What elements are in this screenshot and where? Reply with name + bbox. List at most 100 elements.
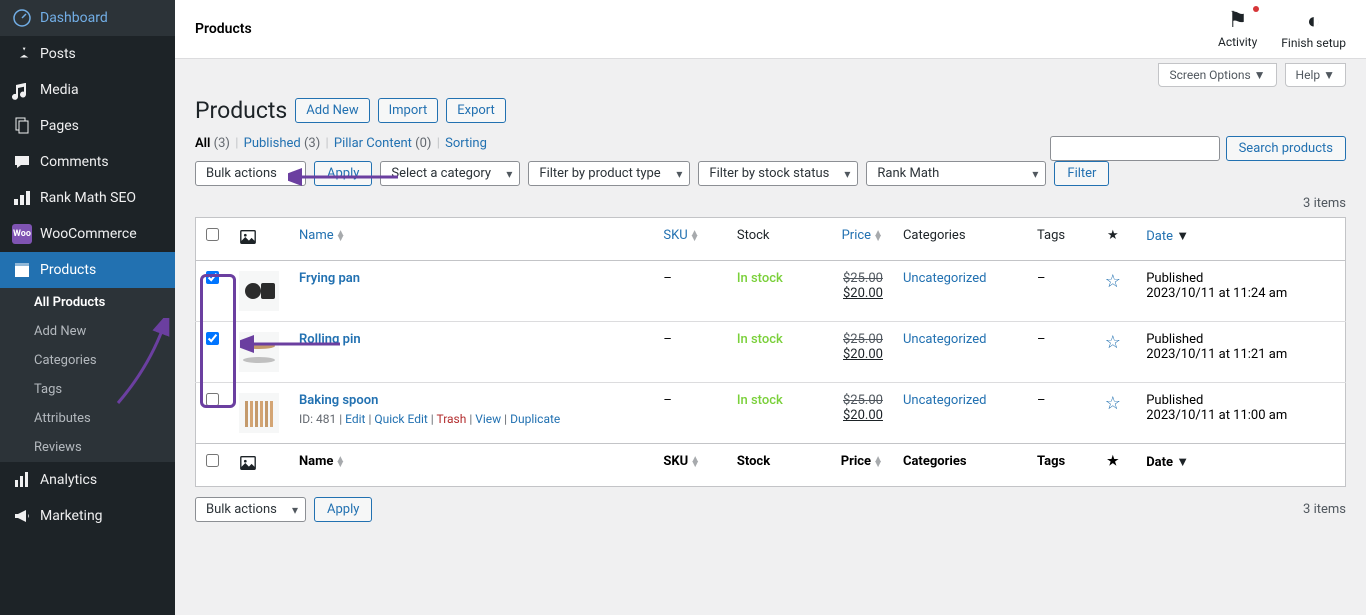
bulk-actions-select-bottom[interactable]: Bulk actions (195, 497, 306, 522)
col-name-f[interactable]: Name▲▼ (289, 444, 653, 487)
sidebar-item-label: Posts (40, 46, 76, 62)
dashboard-icon (12, 8, 32, 28)
table-row: Frying pan – In stock $25.00$20.00 Uncat… (196, 261, 1346, 322)
row-checkbox[interactable] (206, 332, 219, 345)
tags-cell: – (1027, 322, 1089, 383)
submenu-categories[interactable]: Categories (0, 346, 175, 375)
category-select[interactable]: Select a category (380, 161, 520, 186)
search-products-button[interactable]: Search products (1226, 136, 1346, 161)
sku-cell: – (653, 261, 727, 322)
submenu-reviews[interactable]: Reviews (0, 433, 175, 462)
col-stock: Stock (727, 218, 812, 261)
sidebar-item-pages[interactable]: Pages (0, 108, 175, 144)
old-price: $25.00 (822, 393, 883, 408)
sidebar-item-products[interactable]: Products (0, 252, 175, 288)
screen-options-button[interactable]: Screen Options ▼ (1158, 63, 1276, 87)
submenu-attributes[interactable]: Attributes (0, 404, 175, 433)
image-icon (239, 461, 257, 476)
sidebar-item-analytics[interactable]: Analytics (0, 462, 175, 498)
filter-button[interactable]: Filter (1054, 161, 1109, 186)
col-price-f[interactable]: Price▲▼ (812, 444, 893, 487)
product-type-select[interactable]: Filter by product type (528, 161, 690, 186)
product-thumbnail[interactable] (239, 393, 279, 433)
filter-sorting[interactable]: Sorting (445, 136, 487, 151)
select-all-checkbox[interactable] (206, 228, 219, 241)
row-actions: ID: 481 | Edit | Quick Edit | Trash | Vi… (299, 412, 643, 426)
sidebar-item-dashboard[interactable]: Dashboard (0, 0, 175, 36)
sidebar-item-marketing[interactable]: Marketing (0, 498, 175, 534)
add-new-button[interactable]: Add New (295, 98, 369, 123)
sidebar-item-rankmath[interactable]: Rank Math SEO (0, 180, 175, 216)
stock-status-select[interactable]: Filter by stock status (698, 161, 858, 186)
col-price[interactable]: Price▲▼ (812, 218, 893, 261)
duplicate-link[interactable]: Duplicate (510, 412, 560, 426)
media-icon (12, 80, 32, 100)
product-name-link[interactable]: Frying pan (299, 271, 360, 286)
help-button[interactable]: Help ▼ (1285, 63, 1346, 87)
submenu-tags[interactable]: Tags (0, 375, 175, 404)
sidebar-item-comments[interactable]: Comments (0, 144, 175, 180)
col-sku-f[interactable]: SKU▲▼ (653, 444, 727, 487)
sidebar-item-label: Analytics (40, 472, 97, 488)
category-link[interactable]: Uncategorized (903, 393, 986, 408)
export-button[interactable]: Export (446, 98, 506, 123)
new-price: $20.00 (822, 347, 883, 362)
filter-all[interactable]: All (3) (195, 136, 230, 151)
apply-button-bottom[interactable]: Apply (314, 497, 372, 522)
col-categories-f: Categories (893, 444, 1027, 487)
quick-edit-link[interactable]: Quick Edit (374, 412, 427, 426)
page-title: Products (195, 21, 252, 37)
old-price: $25.00 (822, 332, 883, 347)
filter-pillar[interactable]: Pillar Content (0) (334, 136, 432, 151)
row-checkbox[interactable] (206, 271, 219, 284)
finish-setup-button[interactable]: ◐ Finish setup (1281, 8, 1346, 50)
rankmath-select[interactable]: Rank Math (866, 161, 1046, 186)
products-icon (12, 260, 32, 280)
top-bar: Products ⚑ Activity ◐ Finish setup (175, 0, 1366, 59)
stock-status: In stock (737, 271, 783, 286)
import-button[interactable]: Import (378, 98, 439, 123)
featured-star-icon[interactable]: ☆ (1105, 271, 1121, 292)
sidebar-item-posts[interactable]: Posts (0, 36, 175, 72)
activity-button[interactable]: ⚑ Activity (1218, 8, 1257, 50)
trash-link[interactable]: Trash (436, 412, 466, 426)
sidebar-item-woocommerce[interactable]: Woo WooCommerce (0, 216, 175, 252)
sidebar-item-media[interactable]: Media (0, 72, 175, 108)
featured-star-icon[interactable]: ☆ (1105, 332, 1121, 353)
col-sku[interactable]: SKU▲▼ (653, 218, 727, 261)
sidebar-item-label: Rank Math SEO (40, 190, 136, 206)
items-count-bottom: 3 items (1303, 502, 1346, 517)
col-featured-f: ★ (1089, 444, 1136, 487)
col-date[interactable]: Date ▼ (1136, 218, 1345, 261)
col-name[interactable]: Name▲▼ (289, 218, 653, 261)
category-link[interactable]: Uncategorized (903, 332, 986, 347)
category-link[interactable]: Uncategorized (903, 271, 986, 286)
col-tags-f: Tags (1027, 444, 1089, 487)
col-featured: ★ (1089, 218, 1136, 261)
product-thumbnail[interactable] (239, 271, 279, 311)
marketing-icon (12, 506, 32, 526)
image-icon (239, 235, 257, 250)
search-input[interactable] (1050, 136, 1220, 161)
submenu-all-products[interactable]: All Products (0, 288, 175, 317)
submenu-add-new[interactable]: Add New (0, 317, 175, 346)
col-tags: Tags (1027, 218, 1089, 261)
featured-star-icon[interactable]: ☆ (1105, 393, 1121, 414)
date-cell: Published2023/10/11 at 11:21 am (1136, 322, 1345, 383)
col-date-f[interactable]: Date ▼ (1136, 444, 1345, 487)
rankmath-icon (12, 188, 32, 208)
sidebar-item-label: WooCommerce (40, 226, 137, 242)
apply-button[interactable]: Apply (314, 161, 372, 186)
product-name-link[interactable]: Rolling pin (299, 332, 361, 347)
product-thumbnail[interactable] (239, 332, 279, 372)
bulk-actions-select[interactable]: Bulk actions (195, 161, 306, 186)
edit-link[interactable]: Edit (345, 412, 365, 426)
flag-icon: ⚑ (1218, 8, 1257, 33)
filter-published[interactable]: Published (3) (244, 136, 321, 151)
product-name-link[interactable]: Baking spoon (299, 393, 378, 408)
view-link[interactable]: View (475, 412, 501, 426)
select-all-checkbox-bottom[interactable] (206, 454, 219, 467)
pin-icon (12, 44, 32, 64)
row-checkbox[interactable] (206, 393, 219, 406)
sidebar-item-label: Dashboard (40, 10, 108, 26)
